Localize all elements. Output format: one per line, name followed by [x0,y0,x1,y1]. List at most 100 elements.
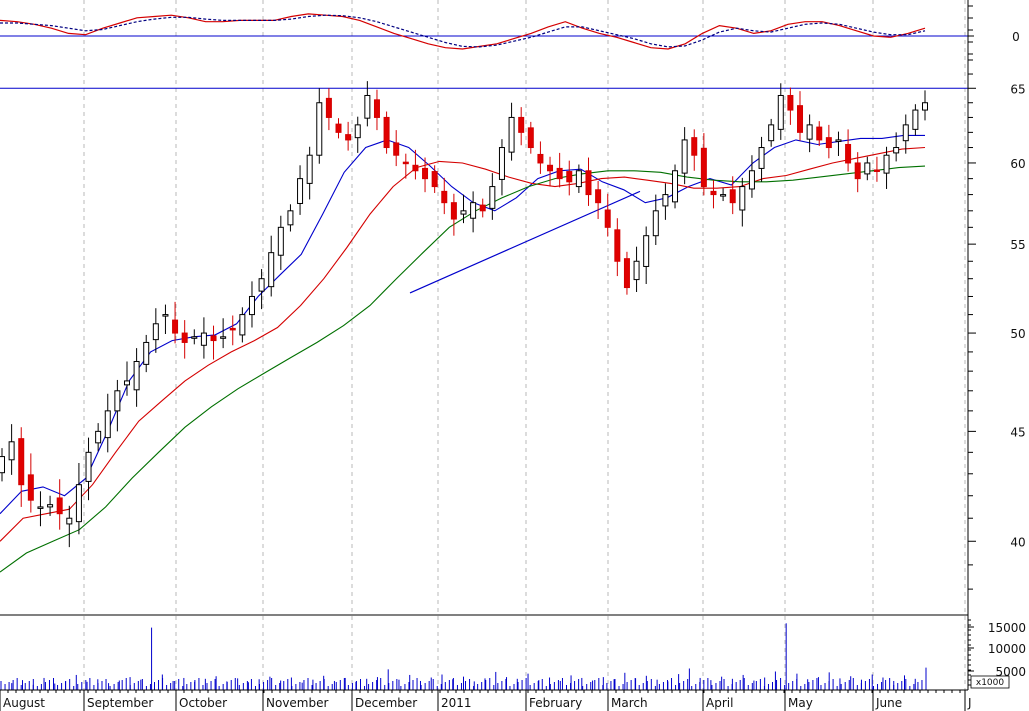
candle-body [104,410,111,439]
candle [527,121,534,154]
month-label: September [87,696,153,710]
volume-multiplier-label: x1000 [976,678,1005,688]
candle-body [595,189,602,204]
price-tick-label: 60 [1010,157,1025,171]
candle-body [806,124,813,140]
candle-body [729,189,736,204]
price-tick-label: 45 [1010,425,1025,439]
candle-body [547,164,554,172]
candle-body [652,210,659,237]
moving-average-1 [0,134,925,515]
candle [720,188,727,202]
candle-body [66,517,73,525]
oscillator-zero-label: 0 [1012,30,1020,44]
candle-body [902,124,909,142]
price-panel [0,81,968,573]
candle-body [316,102,323,156]
candle-body [422,167,429,180]
candle-body [537,153,544,164]
candle [133,348,140,407]
candle-body [297,178,304,204]
candle [27,453,34,513]
month-label: November [266,696,328,710]
candle-body [56,497,63,515]
candle [287,204,294,232]
candle [498,139,505,196]
candle [922,90,928,121]
candle [585,157,592,206]
month-label: March [611,696,648,710]
candle-body [354,124,361,139]
candle [239,307,246,343]
grid-lines [83,0,966,690]
candle-body [172,319,179,334]
candle [883,146,890,189]
candle [489,173,496,220]
candle [220,318,227,349]
candle-body [277,226,284,256]
candle-body [210,335,217,342]
candle-body [450,202,457,220]
candle [825,124,832,159]
candle-body [681,139,688,174]
candle [595,181,602,220]
candle-body [797,105,804,133]
candle-body [720,194,727,197]
candle [566,160,573,196]
candle [835,131,842,156]
candle-body [114,390,121,412]
month-label: October [179,696,227,710]
candle-body [133,360,140,391]
candle [229,315,236,346]
axes: 0 40 45 50 55 60 65 15000 10000 5000x1000 August Se… [0,0,1026,711]
month-label: J [967,696,972,710]
candle [75,462,82,535]
candle-body [95,430,102,444]
candle [710,180,717,209]
candle-body [75,484,82,523]
candle-body [633,260,640,281]
moving-average-2 [0,146,926,542]
candle-body [864,162,871,175]
candle [354,116,361,153]
candle-body [8,441,15,461]
candle-body [393,142,400,156]
candle-body [181,332,188,343]
candle-body [85,451,92,482]
candle-body [287,210,294,226]
candle [66,505,73,548]
chart-canvas: 0 40 45 50 55 60 65 15000 10000 5000x1000 August Se… [0,0,1026,711]
candle-body [700,147,707,188]
month-label: 2011 [441,696,472,710]
candle [373,89,380,131]
candle [470,191,477,233]
candle [306,146,313,200]
candle [114,379,121,432]
candle-body [873,169,880,172]
candle [8,424,15,475]
oscillator-panel [0,13,968,50]
candle [681,127,688,185]
candle [335,118,342,139]
candle-body [527,127,534,149]
candle [37,491,44,527]
price-tick-label: 50 [1010,327,1025,341]
candle-body [18,438,25,486]
month-label: April [706,696,733,710]
candle-body [479,204,486,212]
candle-body [835,139,842,142]
candle-body [854,162,861,180]
volume-panel [0,623,927,690]
month-label: February [529,696,582,710]
candle [450,193,457,236]
candle [845,129,852,172]
candle [672,164,679,209]
candle-body [258,278,265,292]
candle [652,194,659,245]
candle-body [623,258,630,289]
candle-body [441,190,448,204]
candle [172,301,179,344]
candle-body [335,123,342,133]
price-tick-label: 55 [1010,238,1025,252]
candle [431,165,438,193]
